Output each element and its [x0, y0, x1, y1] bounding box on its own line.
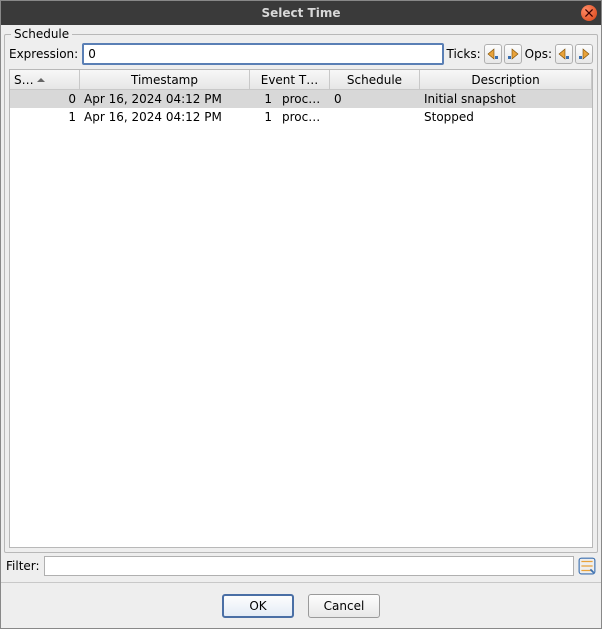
- cell-schedule: [330, 116, 420, 118]
- ticks-step-forward-button[interactable]: [504, 44, 522, 64]
- table-body[interactable]: 0Apr 16, 2024 04:12 PM1proc…0Initial sna…: [10, 90, 592, 547]
- group-label: Schedule: [11, 27, 72, 41]
- dialog-content: Schedule Expression: Ticks:: [1, 25, 601, 582]
- expression-input[interactable]: [82, 43, 443, 65]
- window-title: Select Time: [1, 6, 601, 20]
- expression-label: Expression:: [9, 47, 78, 61]
- cell-snap: 0: [10, 91, 80, 107]
- cell-description: Stopped: [420, 109, 592, 125]
- titlebar[interactable]: Select Time: [1, 1, 601, 25]
- col-header-snap-label: S…: [14, 73, 34, 87]
- window-close-button[interactable]: [581, 5, 597, 21]
- schedule-group: Schedule Expression: Ticks:: [4, 34, 598, 553]
- cell-timestamp: Apr 16, 2024 04:12 PM: [80, 91, 250, 107]
- cell-schedule: 0: [330, 91, 420, 107]
- ok-button[interactable]: OK: [222, 594, 294, 618]
- cancel-button[interactable]: Cancel: [308, 594, 380, 618]
- ops-label: Ops:: [524, 47, 553, 61]
- filter-row: Filter:: [4, 553, 598, 579]
- dialog-select-time: Select Time Schedule Expression: Ticks:: [0, 0, 602, 629]
- col-header-snap[interactable]: S…: [10, 70, 80, 89]
- dialog-button-bar: OK Cancel: [1, 582, 601, 628]
- step-back-icon: [486, 47, 500, 61]
- ops-step-forward-button[interactable]: [575, 44, 593, 64]
- filter-label: Filter:: [6, 559, 40, 573]
- filter-options-button[interactable]: [578, 557, 596, 575]
- filter-icon: [578, 557, 596, 575]
- cell-event-thread: 1proc…: [250, 109, 330, 125]
- col-header-timestamp[interactable]: Timestamp: [80, 70, 250, 89]
- cell-timestamp: Apr 16, 2024 04:12 PM: [80, 109, 250, 125]
- col-header-description[interactable]: Description: [420, 70, 592, 89]
- filter-input[interactable]: [44, 556, 574, 576]
- cell-snap: 1: [10, 109, 80, 125]
- sort-asc-icon: [36, 75, 46, 85]
- table-row[interactable]: 1Apr 16, 2024 04:12 PM1proc… Stopped: [10, 108, 592, 126]
- table-header: S… Timestamp Event T… Schedule Descripti…: [10, 70, 592, 90]
- expression-row: Expression: Ticks: Ops:: [9, 43, 593, 65]
- table-row[interactable]: 0Apr 16, 2024 04:12 PM1proc…0Initial sna…: [10, 90, 592, 108]
- step-back-icon: [557, 47, 571, 61]
- col-header-schedule[interactable]: Schedule: [330, 70, 420, 89]
- ops-step-back-button[interactable]: [555, 44, 573, 64]
- step-forward-icon: [506, 47, 520, 61]
- ticks-label: Ticks:: [446, 47, 482, 61]
- step-forward-icon: [577, 47, 591, 61]
- ticks-step-back-button[interactable]: [484, 44, 502, 64]
- cell-description: Initial snapshot: [420, 91, 592, 107]
- cell-event-thread: 1proc…: [250, 91, 330, 107]
- close-icon: [585, 9, 593, 17]
- col-header-event-thread[interactable]: Event T…: [250, 70, 330, 89]
- snapshot-table: S… Timestamp Event T… Schedule Descripti…: [9, 69, 593, 548]
